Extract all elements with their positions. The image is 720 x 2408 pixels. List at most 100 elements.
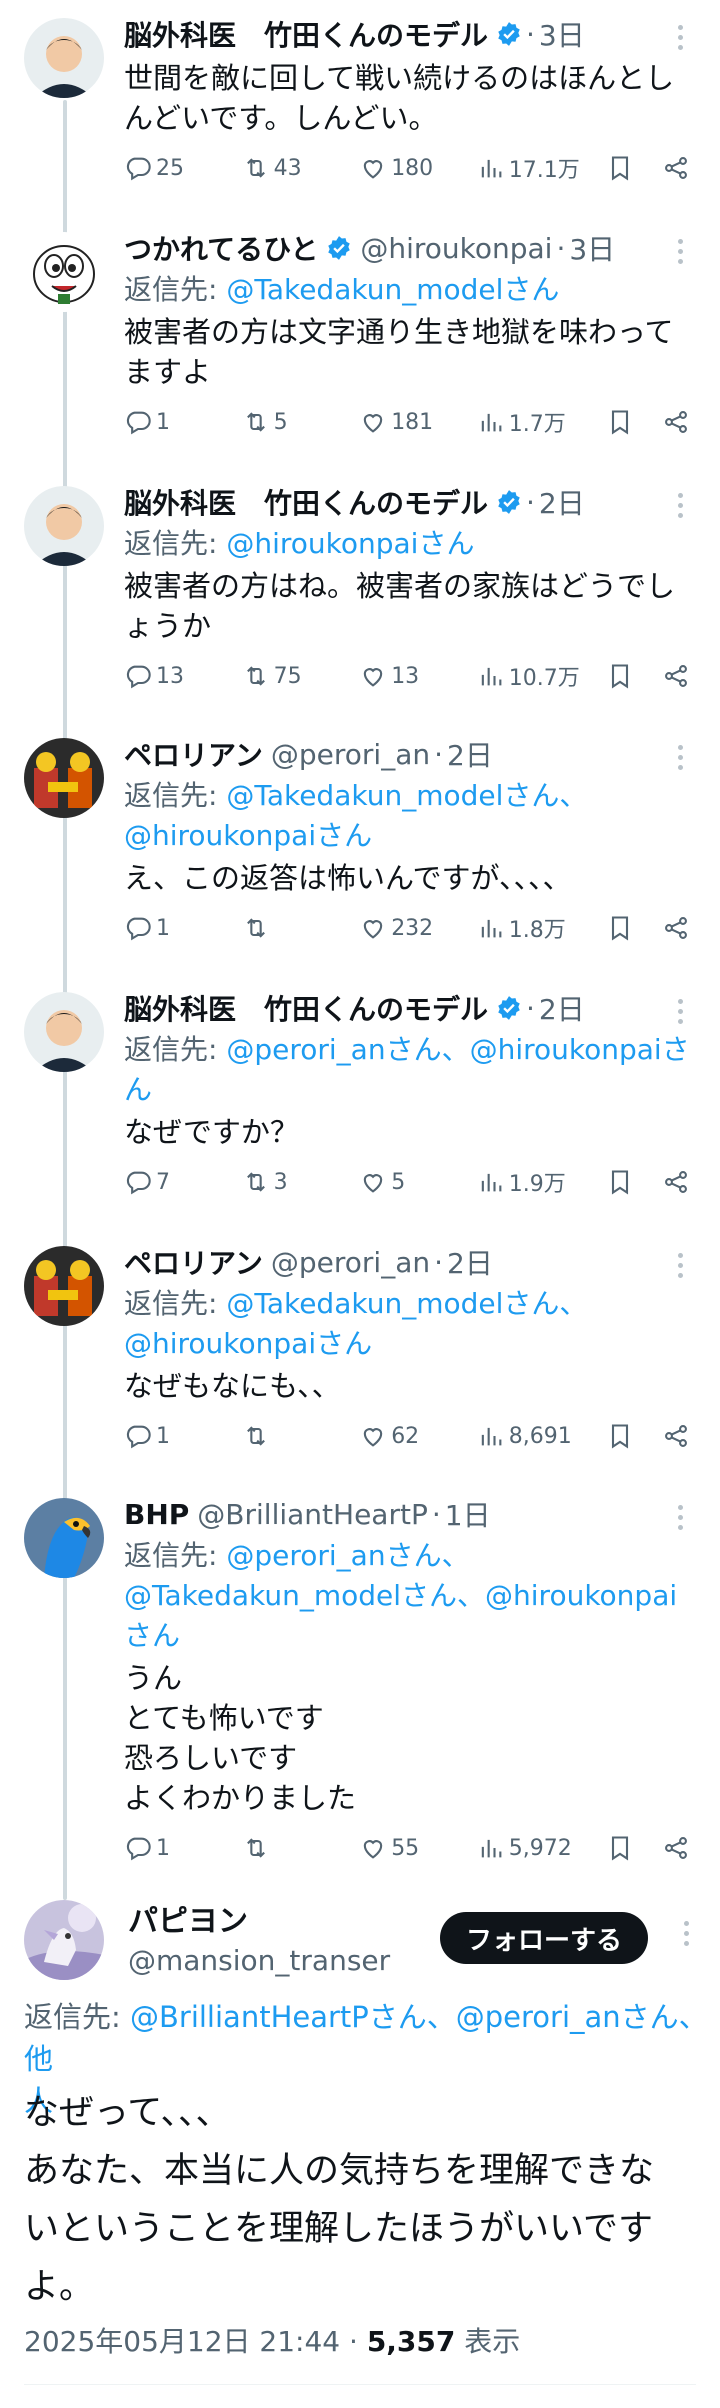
tweet-text: 被害者の方はね。被害者の家族はどうでし ょうか — [124, 569, 676, 643]
more-options-icon[interactable] — [668, 22, 692, 52]
tweet-text: え、この返答は怖いんですが、、、、 — [124, 861, 572, 895]
reply-button[interactable]: 13 — [124, 662, 242, 690]
retweet-button[interactable]: 3 — [242, 1168, 360, 1196]
tweet-time[interactable]: 2日 — [447, 1242, 493, 1282]
retweet-button[interactable]: 5 — [242, 408, 360, 436]
share-button[interactable] — [662, 154, 702, 182]
reply-button[interactable]: 7 — [124, 1168, 242, 1196]
more-options-icon[interactable] — [668, 236, 692, 266]
tweet-time[interactable]: 1日 — [445, 1494, 491, 1534]
retweet-button[interactable] — [242, 914, 360, 942]
avatar[interactable] — [24, 1498, 104, 1578]
author-name[interactable]: 脳外科医 竹田くんのモデル — [124, 988, 488, 1028]
author-name[interactable]: BHP — [124, 1498, 189, 1531]
views-button[interactable]: 17.1万 — [477, 152, 607, 184]
share-button[interactable] — [662, 662, 702, 690]
bookmark-button[interactable] — [606, 1834, 662, 1862]
tweet-date[interactable]: 2025年05月12日 21:44 — [24, 2325, 340, 2358]
like-button[interactable]: 232 — [359, 914, 477, 942]
reply-button[interactable]: 1 — [124, 1422, 242, 1450]
author-name[interactable]: 脳外科医 竹田くんのモデル — [124, 14, 488, 54]
reply-button[interactable]: 25 — [124, 154, 242, 182]
share-button[interactable] — [662, 1422, 702, 1450]
author-name[interactable]: 脳外科医 竹田くんのモデル — [124, 482, 488, 522]
reply-to-mentions[interactable]: @Takedakun_modelさん — [226, 273, 559, 306]
like-button[interactable]: 5 — [359, 1168, 477, 1196]
more-options-icon[interactable] — [668, 742, 692, 772]
author-handle[interactable]: @BrilliantHeartP — [197, 1498, 428, 1531]
like-button[interactable]: 62 — [359, 1422, 477, 1450]
share-button[interactable] — [662, 1168, 702, 1196]
bookmark-button[interactable] — [606, 662, 662, 690]
more-options-icon[interactable] — [668, 490, 692, 520]
views-button[interactable]: 1.7万 — [477, 406, 607, 438]
views-button[interactable]: 10.7万 — [477, 660, 607, 692]
tweet-time[interactable]: 2日 — [539, 482, 585, 522]
author-name[interactable]: ペロリアン — [124, 734, 263, 774]
tweet-time[interactable]: 2日 — [447, 734, 493, 774]
avatar[interactable] — [24, 1246, 104, 1326]
author-name[interactable]: ペロリアン — [124, 1242, 263, 1282]
author-handle[interactable]: @mansion_transer — [128, 1942, 390, 1980]
like-button-count: 62 — [391, 1423, 420, 1449]
more-options-icon[interactable] — [668, 1502, 692, 1532]
avatar[interactable] — [24, 992, 104, 1072]
reply-to-mentions[interactable]: @hiroukonpaiさん — [226, 527, 474, 560]
share-button[interactable] — [662, 1834, 702, 1862]
avatar[interactable] — [24, 18, 104, 98]
author-handle[interactable]: @perori_an — [271, 1246, 430, 1279]
author-name[interactable]: パピヨン — [128, 1902, 390, 1942]
tweet-actions: 7 3 5 1.9万 — [124, 1162, 702, 1202]
avatar[interactable] — [24, 486, 104, 566]
reply-button[interactable]: 1 — [124, 1834, 242, 1862]
tweet-time[interactable]: 3日 — [569, 228, 615, 268]
author-handle[interactable]: @perori_an — [271, 738, 430, 771]
author-name[interactable]: つかれてるひと — [124, 228, 318, 268]
follow-button[interactable]: フォローする — [439, 1912, 648, 1964]
avatar[interactable] — [24, 1900, 104, 1980]
like-button[interactable]: 180 — [359, 154, 477, 182]
more-options-icon[interactable] — [668, 1250, 692, 1280]
reply-to-label: 返信先: — [124, 1287, 227, 1320]
more-options-icon[interactable] — [668, 996, 692, 1026]
reply-button[interactable]: 1 — [124, 914, 242, 942]
reply-button[interactable]: 1 — [124, 408, 242, 436]
bookmark-button[interactable] — [606, 1168, 662, 1196]
views-button[interactable]: 8,691 — [477, 1422, 607, 1450]
tweet-item[interactable]: つかれてるひと @hiroukonpai · 3日 返信先: @Takedakun_mo… — [0, 214, 720, 464]
author-handle[interactable]: @hiroukonpai — [360, 232, 552, 265]
retweet-button[interactable]: 43 — [242, 154, 360, 182]
views-button[interactable]: 5,972 — [477, 1834, 607, 1862]
more-options-icon[interactable] — [674, 1918, 698, 1948]
like-button[interactable]: 13 — [359, 662, 477, 690]
tweet-actions: 25 43 180 17.1万 — [124, 148, 702, 188]
tweet-item[interactable]: BHP @BrilliantHeartP · 1日 返信先: @perori_anさん、… — [0, 1480, 720, 1861]
avatar[interactable] — [24, 738, 104, 818]
views-button[interactable]: 1.9万 — [477, 1166, 607, 1198]
retweet-button-count: 75 — [273, 663, 302, 689]
bookmark-button[interactable] — [606, 154, 662, 182]
share-button[interactable] — [662, 408, 702, 436]
retweet-button[interactable]: 75 — [242, 662, 360, 690]
tweet-item[interactable]: 脳外科医 竹田くんのモデル · 2日 返信先: @hiroukonpaiさん 被害者の方… — [0, 468, 720, 718]
retweet-button[interactable] — [242, 1834, 360, 1862]
tweet-item[interactable]: 脳外科医 竹田くんのモデル · 2日 返信先: @perori_anさん、@hirou… — [0, 974, 720, 1224]
tweet-time[interactable]: 2日 — [539, 988, 585, 1028]
tweet-time[interactable]: 3日 — [539, 14, 585, 54]
like-button[interactable]: 55 — [359, 1834, 477, 1862]
reply-to: 返信先: @Takedakun_modelさん、 @hiroukonpaiさん — [124, 776, 692, 856]
views-button[interactable]: 1.8万 — [477, 912, 607, 944]
retweet-button[interactable] — [242, 1422, 360, 1450]
reply-button-count: 1 — [156, 409, 170, 435]
bookmark-button[interactable] — [606, 408, 662, 436]
bookmark-button[interactable] — [606, 1422, 662, 1450]
bookmark-button[interactable] — [606, 914, 662, 942]
avatar[interactable] — [24, 232, 104, 312]
reply-button-count: 25 — [156, 155, 184, 181]
tweet-actions: 13 75 13 10.7万 — [124, 656, 702, 696]
like-button[interactable]: 181 — [359, 408, 477, 436]
tweet-item[interactable]: ペロリアン @perori_an · 2日 返信先: @Takedakun_modelさ… — [0, 1228, 720, 1478]
tweet-item[interactable]: ペロリアン @perori_an · 2日 返信先: @Takedakun_modelさ… — [0, 720, 720, 970]
tweet-item[interactable]: 脳外科医 竹田くんのモデル · 3日 世間を敵に回して戦い続けるのはほんとし んどいで… — [0, 0, 720, 250]
share-button[interactable] — [662, 914, 702, 942]
